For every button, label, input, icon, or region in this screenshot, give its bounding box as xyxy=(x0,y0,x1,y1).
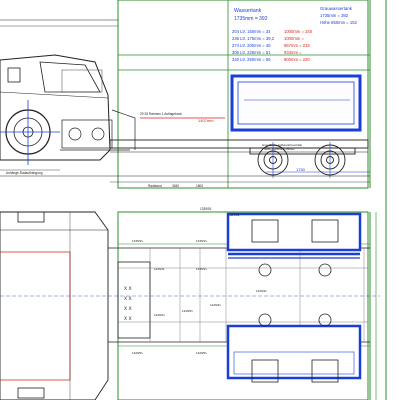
tank-row-black: 236 Ltr. 175mm = 39,2 xyxy=(232,36,275,41)
cab-window xyxy=(39,61,101,93)
tank-row-red: 1000mm = 240 xyxy=(284,29,313,34)
cab-door-line xyxy=(0,91,109,99)
spare-wheel-box xyxy=(117,261,151,339)
tank-row-black: 340 Ltr. 250mm = 56 xyxy=(232,57,271,62)
svg-text:x x: x x xyxy=(124,296,132,302)
tank-row-black: 306 Ltr. 225mm = 51 xyxy=(232,50,271,55)
grey-water-line2: Höhe 850mm = 152 xyxy=(320,20,358,25)
plan-dim: 1329/11 xyxy=(154,267,165,271)
tank-row-red: 1000mm = xyxy=(284,36,304,41)
water-tank-title: Wassertank xyxy=(234,8,262,14)
water-tank-notes: Wassertank 1735mm = 392 204 Ltr. 150mm =… xyxy=(232,8,313,62)
plan-top-label: 1329/51 xyxy=(228,213,240,217)
tank-plan-top xyxy=(226,212,362,252)
red-dim-label: 1407mm xyxy=(198,118,214,123)
plan-dim: 1329/31 xyxy=(256,289,267,293)
mirror-icon xyxy=(7,67,21,83)
front-wheel-icon xyxy=(0,100,60,165)
plan-top-label: 1339/51 xyxy=(200,207,212,211)
tank-row-black: 204 Ltr. 150mm = 34 xyxy=(232,29,271,34)
plan-dim: 1335/31 xyxy=(132,239,143,243)
rear-wheels-icon: Grundfläche Aufbaurahmenhalle siehe Zeic… xyxy=(249,142,356,178)
plan-dim: 1329/41 xyxy=(154,313,165,317)
cab-plan-red xyxy=(0,251,71,381)
svg-text:x x: x x xyxy=(124,316,132,322)
cab-outline xyxy=(0,54,111,161)
tank-row-red: 900mm = 220 xyxy=(284,57,310,62)
plan-dim: 1329/31 xyxy=(210,303,221,307)
chassis-drawing: Anhänge-Radaufhängung 1407mm 29 28 Rahme… xyxy=(0,0,387,400)
grey-water-title: Grauwassertank xyxy=(320,6,353,11)
dim-1750: 1750 xyxy=(296,167,306,172)
front-axle-assembly xyxy=(60,109,136,151)
dim-3450: 3450 xyxy=(172,184,179,188)
plan-dim: 1335/41 xyxy=(196,267,207,271)
water-tank-capacity: 1735mm = 392 xyxy=(234,16,268,22)
tank-row-black: 274 Ltr. 200mm = 45 xyxy=(232,43,271,48)
plan-dim: 1335/41 xyxy=(196,239,207,243)
svg-text:x x: x x xyxy=(124,286,132,292)
cab-grid-box xyxy=(61,69,103,93)
grey-water-notes: Grauwassertank 1735mm = 392 Höhe 850mm =… xyxy=(320,6,358,25)
svg-text:x x: x x xyxy=(124,306,132,312)
radstand-label: Radstand xyxy=(148,184,162,188)
wheel-icon xyxy=(17,387,45,399)
water-tank-side xyxy=(230,74,362,132)
cab-plan-outline xyxy=(0,211,109,400)
tank-row-red: 967mm = 233 xyxy=(284,43,310,48)
spare-wheel-marks: x x x x x x x x xyxy=(124,286,132,322)
side-lower-left-label: Anhänge-Radaufhängung xyxy=(6,171,43,175)
plan-view: x x x x x x x x 1339/51 1329/51 1335/31 … xyxy=(0,207,380,400)
dim-1800: 1800 xyxy=(196,184,203,188)
plan-dim: 1329/51 xyxy=(182,309,193,313)
grey-water-line1: 1735mm = 392 xyxy=(320,13,349,18)
plan-dim: 1329/51 xyxy=(196,351,207,355)
tank-row-red: 934mm = xyxy=(284,50,302,55)
frame-label: 29 28 Rahmen 1 Auflagebock xyxy=(140,112,182,116)
wheel-icon xyxy=(17,211,45,223)
chassis-rail xyxy=(109,139,369,149)
plan-dim: 1329/51 xyxy=(132,351,143,355)
